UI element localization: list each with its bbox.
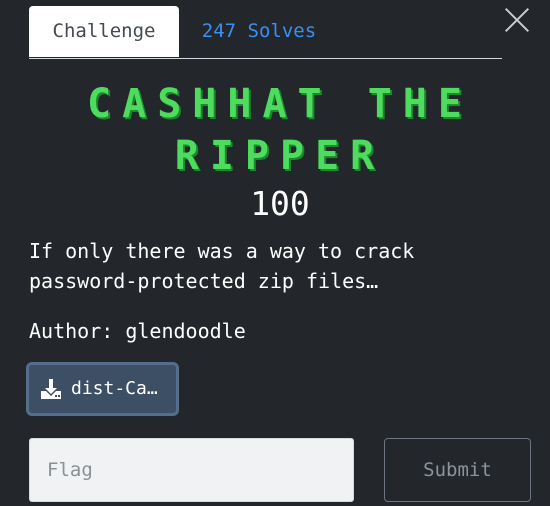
file-download-button[interactable]: dist-Ca… bbox=[26, 362, 179, 416]
challenge-points: 100 bbox=[250, 184, 310, 223]
tab-solves[interactable]: 247 Solves bbox=[179, 6, 339, 57]
tab-challenge[interactable]: Challenge bbox=[29, 6, 179, 57]
challenge-tabs: Challenge 247 Solves bbox=[29, 6, 502, 59]
challenge-title: CASHHAT THE RIPPER bbox=[87, 81, 473, 179]
close-icon[interactable] bbox=[504, 7, 530, 33]
flag-input[interactable] bbox=[29, 438, 354, 502]
file-download-label: dist-Ca… bbox=[71, 378, 158, 399]
challenge-description: If only there was a way to crack passwor… bbox=[29, 239, 415, 293]
submit-button[interactable]: Submit bbox=[384, 438, 531, 502]
download-icon bbox=[41, 379, 61, 399]
challenge-author: Author: glendoodle bbox=[29, 319, 246, 343]
